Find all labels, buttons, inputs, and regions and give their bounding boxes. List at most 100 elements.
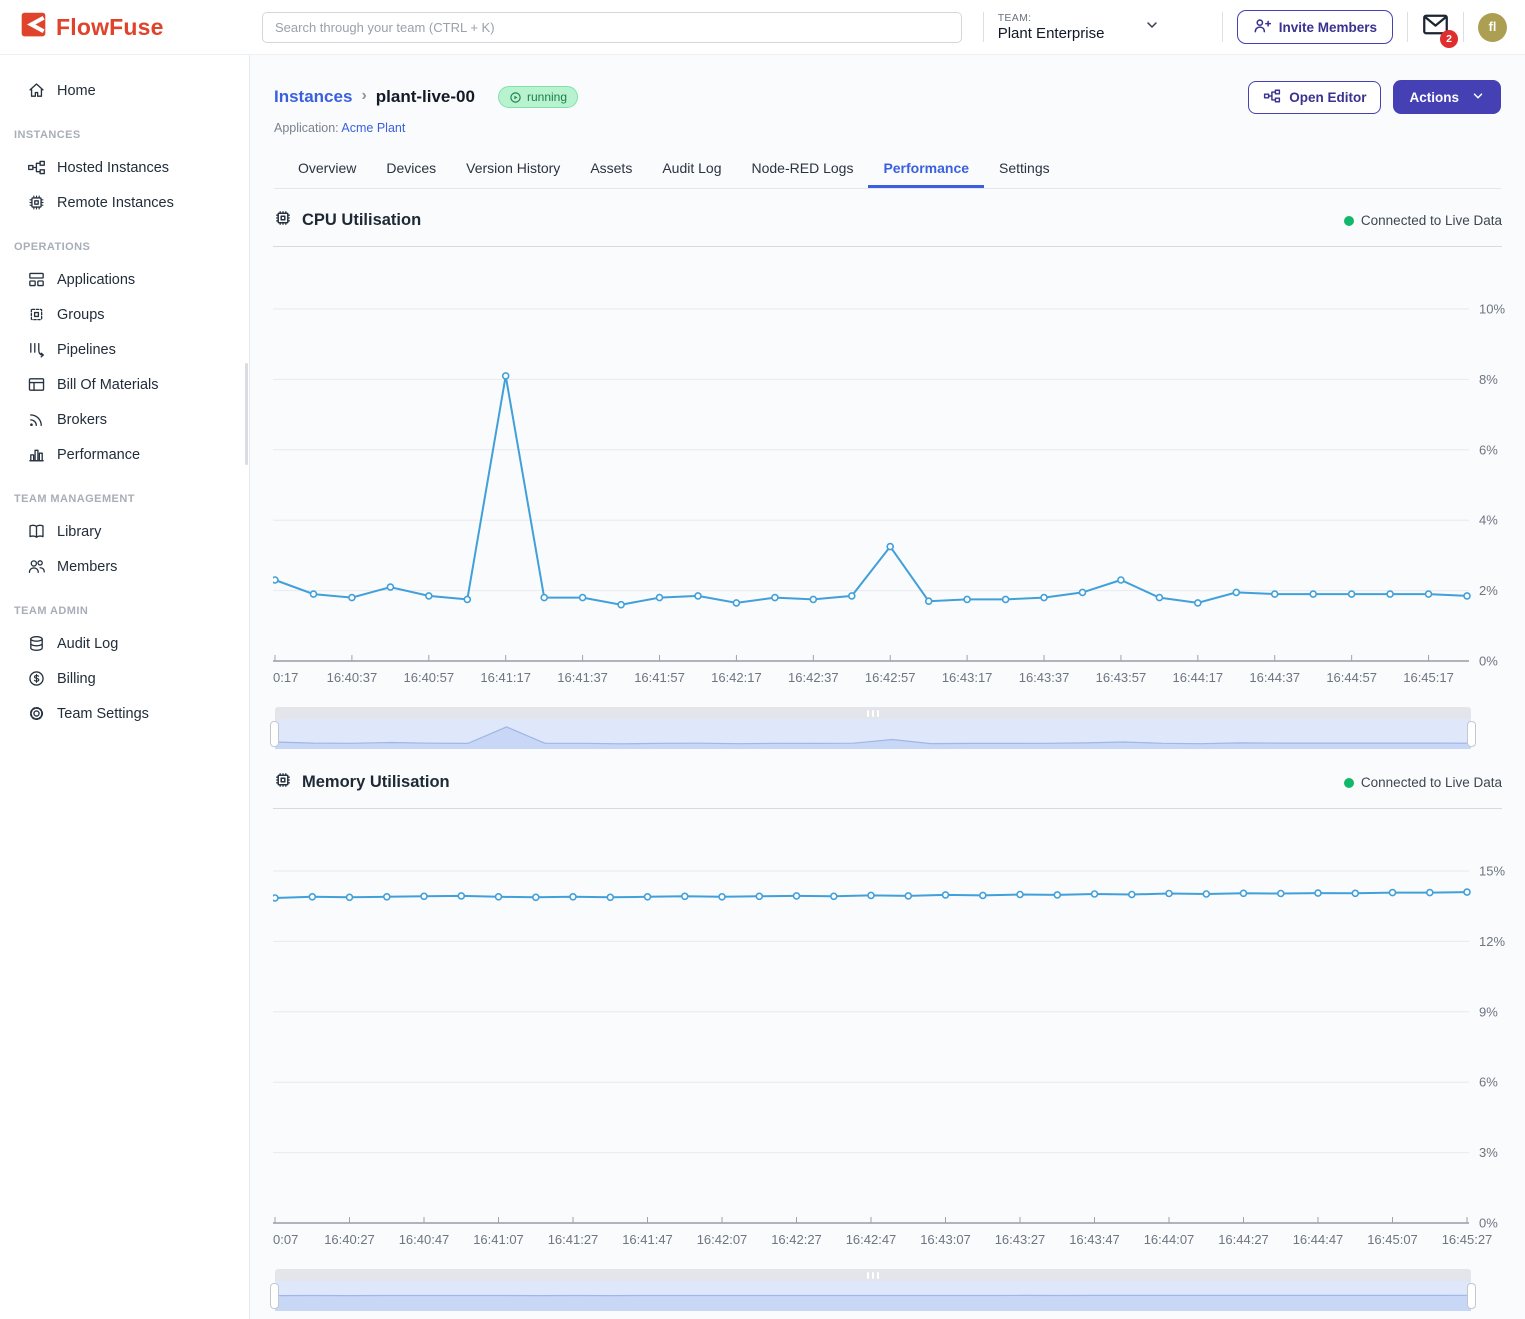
memory-chip-icon [273,770,293,795]
sidebar-item-label: Groups [57,307,105,323]
node-editor-icon [1263,87,1281,108]
minimap-left-handle[interactable] [270,1283,279,1309]
svg-text:0:07: 0:07 [273,1232,298,1247]
svg-text:16:41:27: 16:41:27 [548,1232,599,1247]
section-title: CPU Utilisation [302,211,421,230]
svg-text:16:43:47: 16:43:47 [1069,1232,1120,1247]
sidebar-item-team-settings[interactable]: Team Settings [0,696,249,731]
tab-node-red-logs[interactable]: Node-RED Logs [737,150,869,188]
sidebar-item-groups[interactable]: Groups [0,297,249,332]
svg-text:3%: 3% [1479,1145,1498,1160]
open-editor-label: Open Editor [1289,90,1366,105]
svg-text:16:42:27: 16:42:27 [771,1232,822,1247]
svg-text:6%: 6% [1479,1075,1498,1090]
brand-name: FlowFuse [56,14,164,41]
live-status: Connected to Live Data [1344,775,1502,790]
svg-text:16:44:47: 16:44:47 [1293,1232,1344,1247]
live-status: Connected to Live Data [1344,213,1502,228]
svg-text:16:42:07: 16:42:07 [697,1232,748,1247]
cpu-minimap [275,707,1471,749]
sidebar-section-team-admin: TEAM ADMIN [0,605,249,617]
live-dot-icon [1344,778,1354,788]
hosted-instances-icon [27,158,46,177]
minimap-right-handle[interactable] [1467,1283,1476,1309]
svg-text:6%: 6% [1479,442,1498,457]
search-input[interactable] [262,12,962,43]
minimap-left-handle[interactable] [270,721,279,747]
team-selector[interactable]: TEAM: Plant Enterprise [998,12,1208,42]
svg-text:16:42:57: 16:42:57 [865,670,916,685]
sidebar-section-instances: INSTANCES [0,129,249,141]
team-name: Plant Enterprise [998,25,1105,42]
sidebar-item-library[interactable]: Library [0,514,249,549]
minimap-drag-bar[interactable] [275,1269,1471,1281]
notification-badge: 2 [1440,30,1458,48]
open-editor-button[interactable]: Open Editor [1248,81,1381,114]
sidebar-item-remote-instances[interactable]: Remote Instances [0,185,249,220]
tab-performance[interactable]: Performance [868,150,984,188]
brokers-icon [27,410,46,429]
svg-text:16:44:27: 16:44:27 [1218,1232,1269,1247]
sidebar-item-performance[interactable]: Performance [0,437,249,472]
sidebar-item-label: Bill Of Materials [57,377,159,393]
actions-button[interactable]: Actions [1393,80,1501,114]
chevron-down-icon [1471,89,1485,106]
svg-text:16:40:37: 16:40:37 [327,670,378,685]
groups-icon [27,305,46,324]
svg-text:8%: 8% [1479,372,1498,387]
team-settings-icon [27,704,46,723]
svg-text:12%: 12% [1479,934,1505,949]
sidebar-item-brokers[interactable]: Brokers [0,402,249,437]
svg-text:2%: 2% [1479,583,1498,598]
section-title: Memory Utilisation [302,773,450,792]
notifications-button[interactable]: 2 [1422,13,1449,41]
actions-label: Actions [1409,90,1459,105]
tab-devices[interactable]: Devices [371,150,451,188]
flowfuse-logo[interactable]: FlowFuse [0,11,250,43]
invite-members-button[interactable]: Invite Members [1237,10,1393,44]
sidebar-item-label: Pipelines [57,342,116,358]
sidebar-item-audit-log[interactable]: Audit Log [0,626,249,661]
sidebar-item-billing[interactable]: Billing [0,661,249,696]
sidebar-item-bill-of-materials[interactable]: Bill Of Materials [0,367,249,402]
remote-instances-icon [27,193,46,212]
svg-text:16:45:17: 16:45:17 [1403,670,1454,685]
tab-version-history[interactable]: Version History [451,150,575,188]
breadcrumb: Instances › plant-live-00 running [274,80,1501,114]
sidebar-scrollbar[interactable] [245,363,248,465]
svg-text:16:41:57: 16:41:57 [634,670,685,685]
team-label: TEAM: [998,12,1105,24]
svg-text:16:44:57: 16:44:57 [1326,670,1377,685]
home-icon [27,81,46,100]
memory-utilisation-section: Memory Utilisation Connected to Live Dat… [273,751,1502,1311]
svg-text:16:40:27: 16:40:27 [324,1232,375,1247]
application-link[interactable]: Acme Plant [341,121,405,135]
minimap-drag-bar[interactable] [275,707,1471,719]
library-icon [27,522,46,541]
avatar[interactable]: fl [1478,13,1507,42]
sidebar-item-home[interactable]: Home [0,73,249,108]
divider [1407,12,1408,42]
breadcrumb-link-instances[interactable]: Instances [274,87,352,107]
performance-icon [27,445,46,464]
sidebar-item-label: Billing [57,671,96,687]
tab-assets[interactable]: Assets [575,150,647,188]
tab-overview[interactable]: Overview [283,150,371,188]
svg-text:0%: 0% [1479,1216,1498,1231]
sidebar-item-label: Performance [57,447,140,463]
sidebar-item-hosted-instances[interactable]: Hosted Instances [0,150,249,185]
memory-minimap-area [275,1281,1471,1311]
breadcrumb-chevron-icon: › [361,87,366,105]
sidebar-section-operations: OPERATIONS [0,241,249,253]
svg-text:10%: 10% [1479,302,1505,317]
sidebar-item-applications[interactable]: Applications [0,262,249,297]
minimap-right-handle[interactable] [1467,721,1476,747]
svg-text:16:43:27: 16:43:27 [995,1232,1046,1247]
cpu-chip-icon [273,208,293,233]
svg-text:16:42:47: 16:42:47 [846,1232,897,1247]
tab-audit-log[interactable]: Audit Log [647,150,736,188]
tab-settings[interactable]: Settings [984,150,1065,188]
svg-text:16:40:47: 16:40:47 [399,1232,450,1247]
sidebar-item-members[interactable]: Members [0,549,249,584]
sidebar-item-pipelines[interactable]: Pipelines [0,332,249,367]
